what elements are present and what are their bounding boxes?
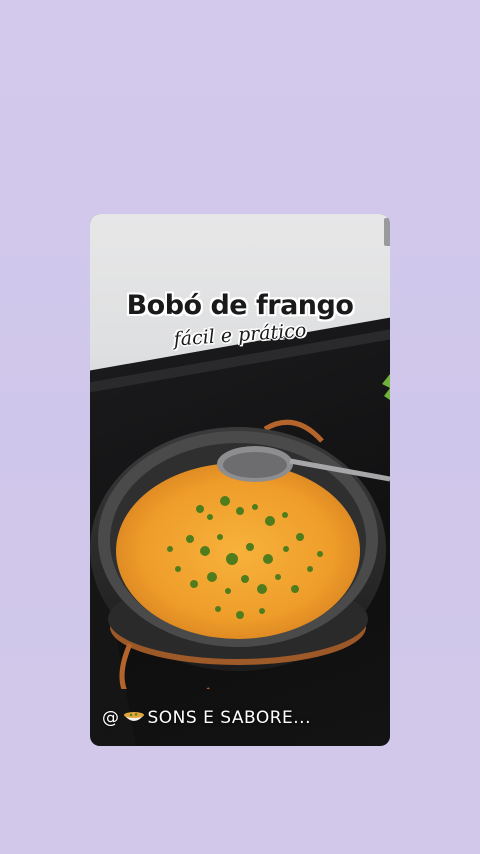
channel-watermark: @ SONS E SABORE... <box>102 708 390 728</box>
video-card[interactable]: Bobó de frango fácil e prático @ SONS E … <box>90 214 390 746</box>
bowl-icon <box>123 712 144 721</box>
cabinet-handle <box>384 218 390 246</box>
watermark-text: SONS E SABORE... <box>147 708 311 728</box>
watermark-at: @ <box>102 708 120 728</box>
clay-pot-with-stew <box>90 419 390 689</box>
plant-leaves <box>382 374 390 400</box>
